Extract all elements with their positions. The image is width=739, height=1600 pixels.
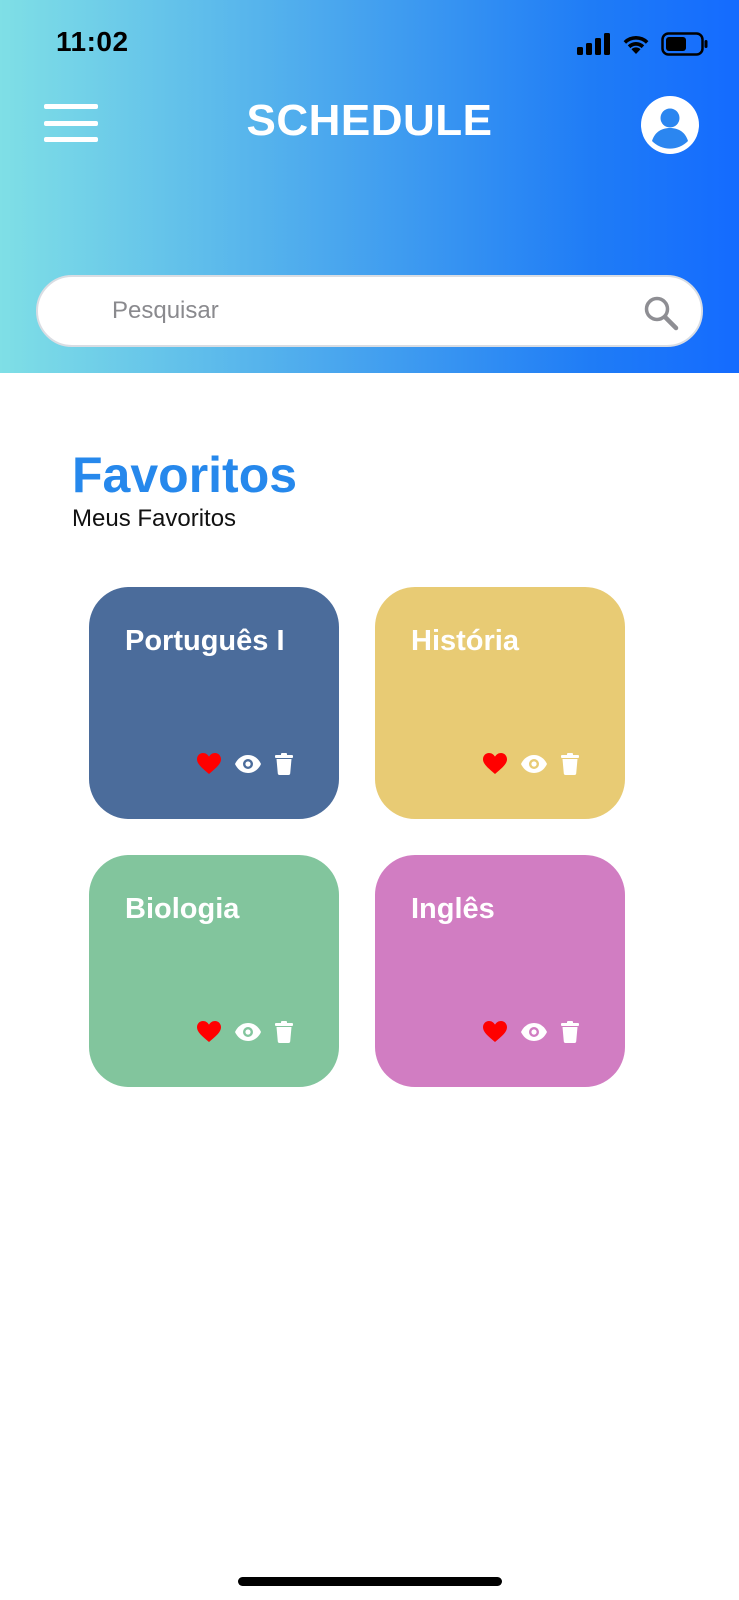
trash-icon[interactable] — [275, 1021, 293, 1043]
trash-icon[interactable] — [561, 1021, 579, 1043]
battery-icon — [661, 32, 708, 56]
subject-card[interactable]: Inglês — [375, 855, 625, 1087]
signal-icon — [577, 33, 610, 55]
eye-icon[interactable] — [235, 755, 261, 773]
eye-icon[interactable] — [521, 755, 547, 773]
trash-icon[interactable] — [561, 753, 579, 775]
subject-card[interactable]: Português I — [89, 587, 339, 819]
wifi-icon — [623, 35, 649, 54]
eye-icon[interactable] — [521, 1023, 547, 1041]
heart-icon[interactable] — [197, 1021, 221, 1043]
subject-card[interactable]: História — [375, 587, 625, 819]
search-input[interactable] — [110, 291, 590, 331]
section-title: Favoritos — [72, 447, 298, 503]
subject-card[interactable]: Biologia — [89, 855, 339, 1087]
card-title: Português I — [125, 625, 285, 657]
heart-icon[interactable] — [197, 753, 221, 775]
search-icon[interactable] — [643, 295, 679, 331]
card-actions — [483, 753, 579, 775]
card-actions — [197, 753, 293, 775]
heart-icon[interactable] — [483, 1021, 507, 1043]
schedule-screen: 11:02 SCHEDULE Pesquisar Favoritos Meus … — [0, 0, 739, 1600]
card-actions — [197, 1021, 293, 1043]
heart-icon[interactable] — [483, 753, 507, 775]
search-bar — [36, 275, 703, 347]
card-title: Inglês — [411, 893, 495, 925]
status-icons — [577, 31, 709, 57]
trash-icon[interactable] — [275, 753, 293, 775]
eye-icon[interactable] — [235, 1023, 261, 1041]
card-actions — [483, 1021, 579, 1043]
section-subtitle: Meus Favoritos — [72, 505, 237, 532]
app-title: SCHEDULE — [246, 96, 493, 145]
user-profile-icon[interactable] — [641, 96, 699, 154]
status-time: 11:02 — [56, 26, 129, 57]
home-indicator[interactable] — [238, 1577, 502, 1586]
card-title: História — [411, 625, 519, 657]
card-title: Biologia — [125, 893, 240, 925]
